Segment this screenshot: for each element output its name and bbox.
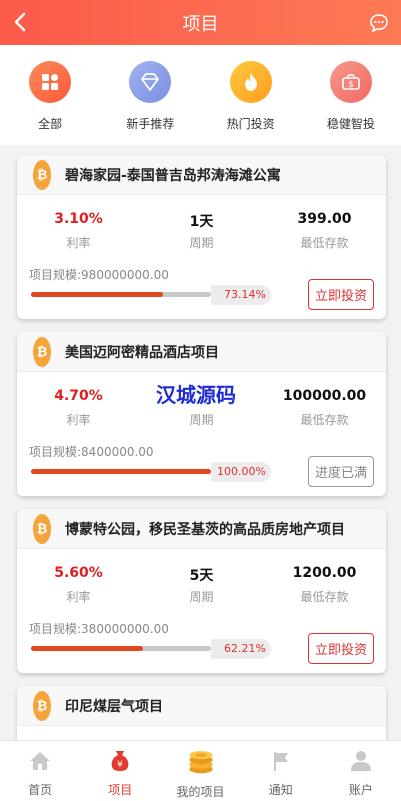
- category-row: 全部 新手推荐 热门投资 $ 稳健智投: [0, 45, 401, 145]
- home-icon: [30, 752, 51, 770]
- diamond-icon: [129, 61, 172, 103]
- bitcoin-icon: ₿: [33, 513, 51, 544]
- project-card[interactable]: ₿ 博蒙特公园，移民圣基茨的高品质房地产项目 5.60% 利率 5天 周期 12…: [17, 509, 386, 673]
- progress-percent: 73.14%: [211, 285, 271, 305]
- invest-now-button[interactable]: 立即投资: [308, 633, 374, 664]
- category-label: 热门投资: [226, 117, 275, 131]
- category-hot[interactable]: 热门投资: [201, 61, 301, 145]
- min-deposit-value: 1200.00: [292, 565, 357, 581]
- flame-icon: [229, 61, 272, 103]
- project-card-header: ₿ 碧海家园-泰国普吉岛邦涛海滩公寓: [17, 155, 386, 195]
- chevron-left-icon[interactable]: [8, 8, 34, 36]
- min-deposit-stat: 100000.00 最低存款: [263, 388, 386, 428]
- tab-label: 账户: [348, 783, 373, 797]
- category-steady[interactable]: $ 稳健智投: [301, 61, 401, 145]
- progress-bar: [31, 646, 211, 651]
- period-value: 5天: [189, 568, 214, 584]
- project-card-header: ₿ 博蒙特公园，移民圣基茨的高品质房地产项目: [17, 509, 386, 549]
- bitcoin-icon: ₿: [33, 336, 51, 367]
- project-card[interactable]: ₿ 美国迈阿密精品酒店项目 4.70% 利率 周期 100000.00 最低存款…: [17, 332, 386, 496]
- tab-home[interactable]: 首页: [0, 741, 80, 801]
- money-bag-icon: ¥: [111, 751, 129, 771]
- tab-label: 我的项目: [176, 785, 225, 799]
- progress-fill: [31, 469, 211, 474]
- progress-bar: [31, 469, 211, 474]
- bitcoin-icon: ₿: [33, 159, 51, 190]
- category-label: 新手推荐: [126, 117, 175, 131]
- project-scale: 项目规模:8400000.00: [29, 445, 154, 459]
- svg-text:¥: ¥: [117, 760, 123, 770]
- period-label: 周期: [189, 236, 214, 250]
- money-bag-icon: $: [329, 61, 372, 103]
- flag-icon: [273, 752, 288, 771]
- rate-value: 5.60%: [54, 565, 103, 581]
- tab-account[interactable]: 账户: [321, 741, 401, 801]
- coins-icon: [188, 751, 213, 774]
- min-deposit-label: 最低存款: [300, 413, 349, 427]
- project-card[interactable]: ₿ 碧海家园-泰国普吉岛邦涛海滩公寓 3.10% 利率 1天 周期 399.00…: [17, 155, 386, 319]
- category-all[interactable]: 全部: [0, 61, 100, 145]
- project-stats: 3.10% 利率 1天 周期 399.00 最低存款: [17, 195, 386, 251]
- min-deposit-stat: 1200.00 最低存款: [263, 565, 386, 605]
- header-bar: 项目: [0, 0, 401, 45]
- period-label: 周期: [189, 590, 214, 604]
- rate-value: 3.10%: [54, 211, 103, 227]
- project-list[interactable]: ₿ 碧海家园-泰国普吉岛邦涛海滩公寓 3.10% 利率 1天 周期 399.00…: [0, 145, 401, 740]
- project-scale: 项目规模:980000000.00: [29, 268, 169, 282]
- category-newbie[interactable]: 新手推荐: [100, 61, 200, 145]
- svg-text:$: $: [348, 80, 354, 90]
- progress-full-button[interactable]: 进度已满: [308, 456, 374, 487]
- progress-fill: [31, 646, 143, 651]
- rate-value: 4.70%: [54, 388, 103, 404]
- rate-label: 利率: [66, 413, 91, 427]
- progress-fill: [31, 292, 163, 297]
- progress-bar: [31, 292, 211, 297]
- min-deposit-stat: 399.00 最低存款: [263, 211, 386, 251]
- bitcoin-icon: ₿: [33, 690, 51, 721]
- category-label: 全部: [38, 117, 63, 131]
- period-stat: 1天 周期: [140, 211, 263, 251]
- project-title: 美国迈阿密精品酒店项目: [65, 344, 219, 361]
- rate-label: 利率: [66, 236, 91, 250]
- rate-label: 利率: [66, 590, 91, 604]
- project-title: 碧海家园-泰国普吉岛邦涛海滩公寓: [65, 167, 281, 184]
- project-card[interactable]: ₿ 印尼煤层气项目: [17, 686, 386, 740]
- rate-stat: 5.60% 利率: [17, 565, 140, 605]
- watermark: 汉城源码: [156, 383, 236, 407]
- min-deposit-label: 最低存款: [300, 236, 349, 250]
- project-scale: 项目规模:380000000.00: [29, 622, 169, 636]
- min-deposit-value: 100000.00: [282, 388, 367, 404]
- project-card-header: ₿ 美国迈阿密精品酒店项目: [17, 332, 386, 372]
- period-stat: 5天 周期: [140, 565, 263, 605]
- tab-my-projects[interactable]: 我的项目: [160, 741, 240, 801]
- tab-label: 项目: [108, 783, 133, 797]
- tab-label: 首页: [28, 783, 53, 797]
- chat-bubble-icon[interactable]: [369, 13, 389, 33]
- category-label: 稳健智投: [326, 117, 375, 131]
- project-title: 博蒙特公园，移民圣基茨的高品质房地产项目: [65, 521, 345, 538]
- project-card-header: ₿ 印尼煤层气项目: [17, 686, 386, 726]
- tab-label: 通知: [268, 783, 293, 797]
- progress-percent: 100.00%: [211, 462, 271, 482]
- tab-projects[interactable]: ¥ 项目: [80, 741, 160, 801]
- page-title: 项目: [182, 13, 219, 35]
- progress-percent: 62.21%: [211, 639, 271, 659]
- period-label: 周期: [189, 413, 214, 427]
- tab-notifications[interactable]: 通知: [241, 741, 321, 801]
- project-title: 印尼煤层气项目: [65, 698, 163, 715]
- min-deposit-value: 399.00: [297, 211, 352, 227]
- bottom-tab-bar: 首页 ¥ 项目 我的项目 通知 账户: [0, 740, 401, 801]
- rate-stat: 4.70% 利率: [17, 388, 140, 428]
- user-icon: [350, 751, 371, 771]
- grid-icon: [29, 61, 72, 103]
- period-value: 1天: [189, 214, 214, 230]
- project-stats: 5.60% 利率 5天 周期 1200.00 最低存款: [17, 549, 386, 605]
- rate-stat: 3.10% 利率: [17, 211, 140, 251]
- invest-now-button[interactable]: 立即投资: [308, 279, 374, 310]
- min-deposit-label: 最低存款: [300, 590, 349, 604]
